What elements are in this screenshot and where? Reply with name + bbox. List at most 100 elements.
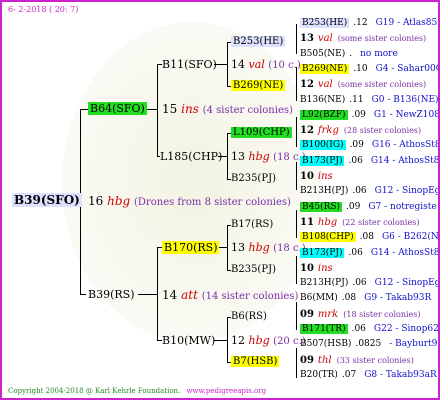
gen4-queen-row[interactable]: L92(BZF) .09 G1 - NewZ108R [300,109,438,120]
gen4-queen-name: B108(CHP) [300,232,356,243]
gen4-queen-line: G6 - B262(NE) [381,232,439,243]
gen4-queen-row[interactable]: B173(PJ).06 G14 - AthosSt80R [300,155,438,166]
connector [296,24,297,54]
connector [296,162,297,190]
gen3-b17[interactable]: B17(RS) [231,220,273,230]
gen4-queen-inbreeding: .07 [341,369,357,380]
gen4-drone-sym: val [317,33,333,45]
connector [214,340,227,341]
gen4-drone-row: 10 ins [300,172,338,182]
gen3-b235a[interactable]: B235(PJ) [231,174,276,184]
gen4-drone-row: 10 ins [300,262,338,274]
gen4-queen-row[interactable]: B20(TR) .07 G8 - Takab93aR [300,369,437,380]
gen4-queen-row[interactable]: B507(HSB).0825 - Bayburt98-3 [300,339,438,350]
gen2-b11[interactable]: B11(SFO) [162,59,217,70]
connector [80,294,86,295]
gen2-b170[interactable]: B170(RS) [162,241,220,254]
gen4-drone-row: 12 frkg (28 sister colonies) [300,126,421,136]
gen4-queen-row[interactable]: B100(IG).09 G16 - AthosSt80R [300,140,438,151]
gen3-b7[interactable]: B7(HSB) [231,356,280,367]
gen4-queen-line: - Bayburt98-3 [389,339,438,350]
gen3-b235b[interactable]: B235(PJ) [231,265,276,275]
gen4-drone-num: 09 [300,354,314,366]
gen1-top-drone: 15 ins (4 sister colonies) [162,103,293,116]
gen2-b11-sym: val [248,58,265,71]
footer-url[interactable]: www.pedigreeapis.org [187,387,267,395]
gen4-queen-name: B507(HSB) [300,339,352,350]
gen2-b170-name: B170(RS) [162,241,220,254]
connector [296,302,297,330]
gen2-b10[interactable]: B10(MW) [162,335,215,346]
gen4-queen-name: B253(HE) [300,18,350,28]
gen2-b170-drone: 13 hbg (18 c.) [231,242,306,254]
gen4-queen-inbreeding: .06 [348,247,363,258]
gen2-b170-num: 13 [231,241,245,254]
gen2-b10-num: 12 [231,334,245,347]
gen4-queen-line: G7 - notregiste [368,201,437,212]
gen1-top-sym: ins [181,102,199,116]
gen4-drone-num: 12 [300,79,314,91]
gen4-queen-row[interactable]: B45(RS) .09 G7 - notregiste [300,201,437,212]
connector [296,256,297,284]
gen4-queen-row[interactable]: B136(NE) .11 G0 - B136(NE) [300,94,438,105]
gen2-b10-sym: hbg [248,334,270,347]
gen4-drone-sym: hbg [317,216,338,228]
gen4-drone-sym: frkg [317,125,339,137]
gen2-l185-num: 13 [231,150,245,163]
gen4-queen-name: B171(TR) [300,324,348,334]
gen4-drone-row: 09 mrk (18 sister colonies) [300,308,421,320]
gen3-b269-name: B269(NE) [231,80,286,91]
gen4-queen-name: B20(TR) [300,369,338,380]
gen4-drone-sym: val [317,79,333,91]
gen4-drone-num: 09 [300,308,314,320]
gen3-b253[interactable]: B253(HE) [231,36,286,47]
gen4-drone-num: 10 [300,262,314,274]
gen4-queen-row[interactable]: B213H(PJ).06 G12 - SinopEgg86R [300,187,438,196]
gen1-bottom-queen[interactable]: B39(RS) [88,289,134,300]
gen4-drone-row: 09 thl (33 sister colonies) [300,354,414,366]
gen4-queen-name: B173(PJ) [300,155,345,166]
gen3-l109[interactable]: L109(CHP) [231,127,292,138]
connector [227,133,228,179]
gen4-queen-row[interactable]: B505(NE). no more [300,48,398,59]
gen4-queen-inbreeding: .06 [348,155,363,166]
gen3-l109-name: L109(CHP) [231,127,292,138]
root-drone-info: 16 hbg (Drones from 8 sister colonies) [88,195,291,208]
gen4-queen-row[interactable]: B171(TR) .06 G22 - Sinop62R [300,324,438,334]
gen4-queen-row[interactable]: B269(NE) .10 G4 - Sahar00Q [300,63,438,74]
gen4-queen-name: B505(NE) [300,48,346,59]
gen4-drone-sym: mrk [317,308,339,320]
gen4-drone-num: 12 [300,125,314,137]
gen4-drone-sym: ins [317,171,333,182]
connector [296,348,297,378]
gen1-top-queen[interactable]: B64(SFO) [88,102,147,115]
gen2-l185-drone: 13 hbg (18 c.) [231,151,306,163]
gen4-queen-name: L92(BZF) [300,109,348,120]
gen4-queen-inbreeding: .09 [349,140,364,151]
gen4-queen-inbreeding: .08 [341,293,357,304]
gen4-queen-row[interactable]: B108(CHP).08 G6 - B262(NE) [300,232,439,243]
gen4-queen-name: B136(NE) [300,94,346,105]
gen1-bottom-name: B39(RS) [88,288,135,301]
gen4-queen-line: G8 - Takab93aR [364,369,437,380]
root-queen[interactable]: B39(SFO) [12,193,82,207]
gen2-b11-name: B11(SFO) [162,58,217,71]
gen4-queen-name: B100(IG) [300,140,346,151]
gen3-b6[interactable]: B6(RS) [231,312,267,322]
gen3-b269[interactable]: B269(NE) [231,80,286,91]
gen2-l185[interactable]: L185(CHP) [160,151,222,162]
gen2-b10-name: B10(MW) [162,334,216,347]
gen4-queen-line: G12 - SinopEgg86R [374,278,440,289]
gen4-queen-line: G16 - AthosSt80R [371,140,438,151]
gen4-queen-name: B45(RS) [300,201,343,212]
gen4-drone-note: (some sister colonies) [337,34,427,44]
gen3-b235a-name: B235(PJ) [231,173,276,184]
gen4-queen-inbreeding: .11 [349,94,364,105]
gen4-queen-row[interactable]: B6(MM) .08 G9 - Takab93R [300,294,431,303]
gen4-queen-row[interactable]: B253(HE) .12 G19 - Atlas85R [300,18,438,28]
gen4-queen-row[interactable]: B213H(PJ).06 G12 - SinopEgg86R [300,278,440,289]
gen4-queen-name: B173(PJ) [300,247,345,258]
gen2-b170-sym: hbg [248,241,270,254]
gen4-queen-row[interactable]: B173(PJ).06 G14 - AthosSt80R [300,247,438,258]
gen4-drone-num: 11 [300,216,314,228]
